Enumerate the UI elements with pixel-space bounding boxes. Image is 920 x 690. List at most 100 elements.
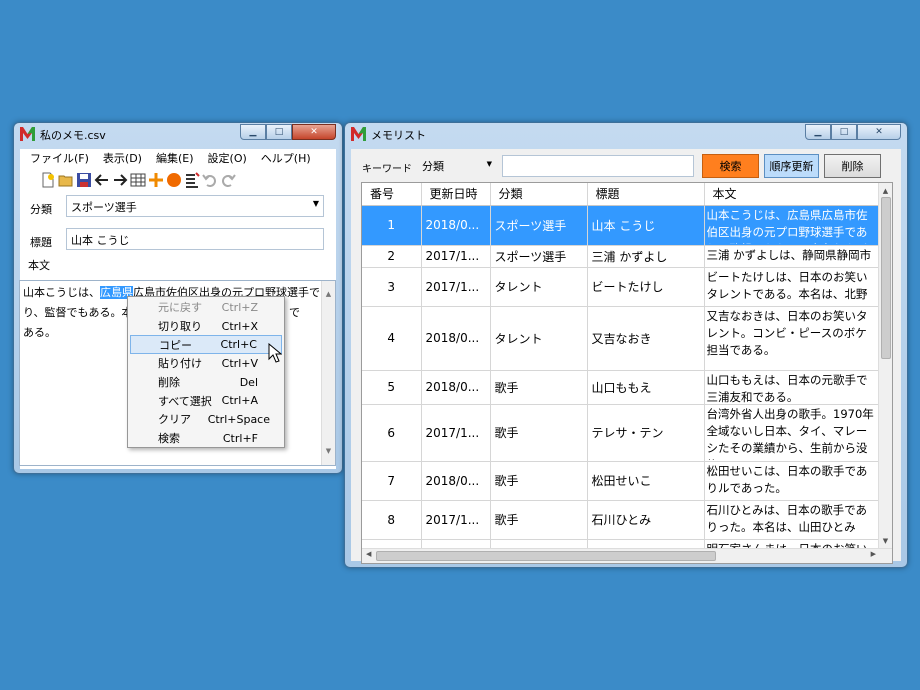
save-icon[interactable] <box>76 172 92 188</box>
table-row[interactable]: 7 2018/0... 歌手 松田せいこ 松田せいこは、日本の歌手でありルであった。 <box>362 461 881 501</box>
table-header: 番号 更新日時 分類 標題 本文 <box>362 183 881 206</box>
scroll-thumb[interactable] <box>881 197 891 359</box>
table-cell-date: 2017/1... <box>421 245 491 268</box>
column-header-number[interactable]: 番号 <box>362 183 422 206</box>
menu-item-find[interactable]: 検索 Ctrl+F <box>128 429 284 448</box>
table-cell-title: 山口ももえ <box>587 370 705 405</box>
search-input[interactable] <box>502 155 694 177</box>
table-row[interactable]: 5 2018/0... 歌手 山口ももえ 山口ももえは、日本の元歌手で三浦友和である。 <box>362 370 881 405</box>
scroll-left-icon[interactable]: ◀ <box>366 550 371 558</box>
table-row[interactable]: 4 2018/0... タレント 又吉なおき 又吉なおきは、日本のお笑いタレント。コンビ… <box>362 306 881 371</box>
menu-item-shortcut: Ctrl+C <box>220 338 257 352</box>
search-button[interactable]: 検索 <box>702 154 759 178</box>
keyword-label: キーワード <box>362 164 412 175</box>
scroll-thumb[interactable] <box>376 551 716 561</box>
menu-item-shortcut: Del <box>239 375 258 389</box>
menu-item-shortcut: Ctrl+F <box>222 431 258 445</box>
memolist-titlebar[interactable]: メモリスト ▁ □ ✕ <box>345 123 907 145</box>
app-m-icon <box>20 127 35 141</box>
memo-titlebar[interactable]: 私のメモ.csv ▁ □ ✕ <box>14 123 342 145</box>
menu-item-delete[interactable]: 削除 Del <box>128 373 284 392</box>
column-header-body[interactable]: 本文 <box>704 183 881 206</box>
table-cell-no: 7 <box>362 461 422 501</box>
menu-item-copy[interactable]: コピー Ctrl+C <box>130 335 282 355</box>
table-row[interactable]: 3 2017/1... タレント ビートたけし ビートたけしは、日本のお笑いタレントであ… <box>362 267 881 307</box>
table-cell-date: 2017/1... <box>421 404 491 462</box>
filter-select[interactable]: 分類 ▼ <box>418 155 496 177</box>
menu-edit[interactable]: 編集(E) <box>156 150 194 166</box>
table-cell-date: 2018/0... <box>421 370 491 405</box>
back-arrow-icon[interactable] <box>94 172 110 188</box>
table-cell-body: 又吉なおきは、日本のお笑いタレント。コンビ・ピースのボケ担当である。 <box>704 306 881 371</box>
maximize-button[interactable]: □ <box>831 124 857 140</box>
scroll-down-icon[interactable]: ▼ <box>322 441 335 461</box>
undo-icon[interactable] <box>202 172 218 188</box>
open-folder-icon[interactable] <box>58 172 74 188</box>
table-cell-date: 2018/0... <box>421 205 491 246</box>
table-row[interactable]: 2 2017/1... スポーツ選手 三浦 かずよし 三浦 かずよしは、静岡県静岡市 <box>362 245 881 268</box>
body-scrollbar[interactable]: ▲ ▼ <box>321 281 335 465</box>
maximize-button[interactable]: □ <box>266 124 292 140</box>
table-cell-title: 山本 こうじ <box>587 205 705 246</box>
sort-update-button[interactable]: 順序更新 <box>764 154 819 178</box>
new-file-icon[interactable] <box>40 172 56 188</box>
context-menu: 元に戻す Ctrl+Z 切り取り Ctrl+X コピー Ctrl+C 貼り付け Ctrl… <box>127 296 285 448</box>
record-circle-icon[interactable] <box>166 172 182 188</box>
menu-item-clear[interactable]: クリア Ctrl+Space <box>128 410 284 429</box>
close-button[interactable]: ✕ <box>292 124 336 140</box>
table-cell-cat: 歌手 <box>490 461 588 501</box>
scroll-down-icon[interactable]: ▼ <box>879 537 892 545</box>
table-cell-date: 2017/1... <box>421 500 491 540</box>
column-header-title[interactable]: 標題 <box>587 183 705 206</box>
table-icon[interactable] <box>130 172 146 188</box>
menu-item-shortcut: Ctrl+X <box>221 319 258 333</box>
title-input[interactable]: 山本 こうじ <box>66 228 324 250</box>
table-horizontal-scrollbar[interactable]: ◀ ▶ <box>362 548 892 563</box>
menu-help[interactable]: ヘルプ(H) <box>261 150 311 166</box>
list-sort-icon[interactable] <box>184 172 200 188</box>
menu-item-label: コピー <box>159 338 192 352</box>
table-cell-body: 山口ももえは、日本の元歌手で三浦友和である。 <box>704 370 881 405</box>
close-button[interactable]: ✕ <box>857 124 901 140</box>
column-header-updated[interactable]: 更新日時 <box>421 183 491 206</box>
scroll-up-icon[interactable]: ▲ <box>322 284 335 304</box>
menu-item-paste[interactable]: 貼り付け Ctrl+V <box>128 354 284 373</box>
menu-item-select-all[interactable]: すべて選択 Ctrl+A <box>128 391 284 410</box>
table-cell-title: テレサ・テン <box>587 404 705 462</box>
table-row[interactable]: 1 2018/0... スポーツ選手 山本 こうじ 山本こうじは、広島県広島市佐伯区出身… <box>362 205 881 246</box>
table-cell-no: 5 <box>362 370 422 405</box>
table-vertical-scrollbar[interactable]: ▲ ▼ <box>878 183 892 549</box>
scroll-right-icon[interactable]: ▶ <box>871 550 876 558</box>
menu-item-label: 切り取り <box>158 320 202 334</box>
menu-file[interactable]: ファイル(F) <box>30 150 89 166</box>
memo-menubar: ファイル(F) 表示(D) 編集(E) 設定(O) ヘルプ(H) <box>20 148 336 168</box>
add-icon[interactable] <box>148 172 164 188</box>
column-header-category[interactable]: 分類 <box>490 183 588 206</box>
table-cell-body: 松田せいこは、日本の歌手でありルであった。 <box>704 461 881 501</box>
forward-arrow-icon[interactable] <box>112 172 128 188</box>
menu-item-shortcut: Ctrl+Z <box>221 300 258 314</box>
menu-item-shortcut: Ctrl+Space <box>207 412 270 426</box>
menu-view[interactable]: 表示(D) <box>103 150 142 166</box>
chevron-down-icon: ▼ <box>312 199 319 208</box>
minimize-button[interactable]: ▁ <box>240 124 266 140</box>
scroll-up-icon[interactable]: ▲ <box>879 187 892 195</box>
table-cell-cat: 歌手 <box>490 370 588 405</box>
redo-icon[interactable] <box>220 172 236 188</box>
table-row[interactable]: 8 2017/1... 歌手 石川ひとみ 石川ひとみは、日本の歌手でありった。本名は、山… <box>362 500 881 540</box>
minimize-button[interactable]: ▁ <box>805 124 831 140</box>
menu-item-cut[interactable]: 切り取り Ctrl+X <box>128 317 284 336</box>
menu-item-label: 削除 <box>158 376 180 390</box>
table-cell-date: 2018/0... <box>421 461 491 501</box>
table-row[interactable]: 6 2017/1... 歌手 テレサ・テン 台湾外省人出身の歌手。1970年全域ないし日… <box>362 404 881 462</box>
menu-item-undo[interactable]: 元に戻す Ctrl+Z <box>128 298 284 317</box>
table-cell-title: ビートたけし <box>587 267 705 307</box>
category-select[interactable]: スポーツ選手 ▼ <box>66 195 324 217</box>
table-cell-cat: 歌手 <box>490 404 588 462</box>
delete-button[interactable]: 削除 <box>824 154 881 178</box>
table-cell-cat: スポーツ選手 <box>490 245 588 268</box>
menu-item-shortcut: Ctrl+V <box>221 356 258 370</box>
table-cell-body: 三浦 かずよしは、静岡県静岡市 <box>704 245 881 268</box>
menu-settings[interactable]: 設定(O) <box>208 150 247 166</box>
menu-item-shortcut: Ctrl+A <box>221 394 258 408</box>
